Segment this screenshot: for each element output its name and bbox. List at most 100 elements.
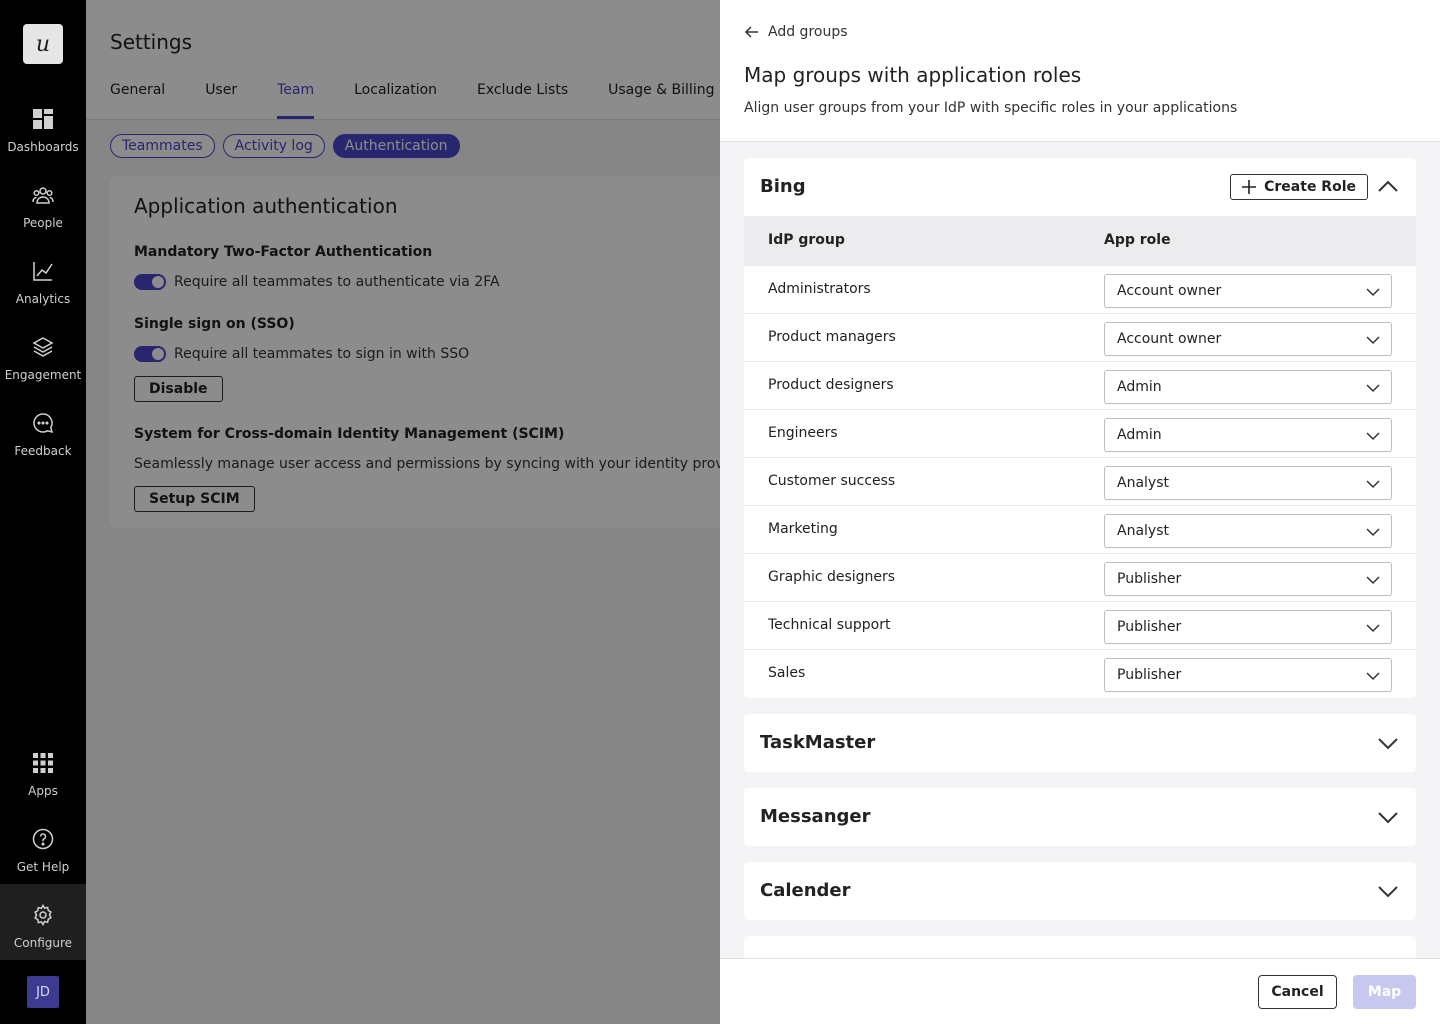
app-panel-messanger[interactable]: Messanger — [744, 788, 1416, 846]
app-role-value: Publisher — [1117, 571, 1182, 587]
sidebar-item-label: Feedback — [14, 444, 72, 458]
app-name: TaskMaster — [760, 732, 876, 753]
app-role-select[interactable]: Account owner — [1104, 274, 1392, 308]
idp-group-name: Product designers — [768, 377, 894, 393]
chevron-down-icon — [1366, 336, 1380, 345]
table-row: Product designers Admin — [744, 362, 1416, 410]
idp-group-name: Sales — [768, 665, 806, 681]
table-row: Administrators Account owner — [744, 266, 1416, 314]
app-logo[interactable]: u — [23, 24, 63, 64]
app-role-select[interactable]: Admin — [1104, 418, 1392, 452]
app-panel-bing: Bing Create Role IdP group App role Admi… — [744, 158, 1416, 698]
idp-group-name: Customer success — [768, 473, 896, 489]
app-role-value: Admin — [1117, 379, 1162, 395]
table-row: Technical support Publisher — [744, 602, 1416, 650]
table-row: Customer success Analyst — [744, 458, 1416, 506]
app-role-select[interactable]: Analyst — [1104, 514, 1392, 548]
app-role-value: Analyst — [1117, 475, 1169, 491]
idp-group-name: Engineers — [768, 425, 838, 441]
back-label: Add groups — [768, 24, 848, 40]
table-row: Marketing Analyst — [744, 506, 1416, 554]
drawer-header: Add groups Map groups with application r… — [720, 0, 1440, 142]
help-circle-icon — [32, 828, 54, 850]
chevron-down-icon — [1366, 624, 1380, 633]
sidebar-item-label: Apps — [28, 784, 58, 798]
chevron-down-icon[interactable] — [1376, 879, 1400, 903]
app-role-select[interactable]: Account owner — [1104, 322, 1392, 356]
chevron-down-icon — [1366, 672, 1380, 681]
sidebar-item-people[interactable]: People — [0, 180, 86, 250]
sidebar-item-dashboards[interactable]: Dashboards — [0, 104, 86, 174]
table-row: Product managers Account owner — [744, 314, 1416, 362]
chart-line-icon — [33, 262, 53, 281]
app-panel-taskmaster[interactable]: TaskMaster — [744, 714, 1416, 772]
chevron-down-icon — [1366, 480, 1380, 489]
idp-group-name: Graphic designers — [768, 569, 896, 585]
table-header: IdP group App role — [744, 216, 1416, 266]
drawer-body: Bing Create Role IdP group App role Admi… — [720, 142, 1440, 958]
create-role-button[interactable]: Create Role — [1230, 174, 1368, 200]
plus-icon — [1242, 180, 1257, 194]
app-name: Messanger — [760, 806, 871, 827]
app-panel-calender[interactable]: Calender — [744, 862, 1416, 920]
column-app-role: App role — [1104, 232, 1171, 248]
app-role-value: Publisher — [1117, 667, 1182, 683]
chevron-down-icon — [1366, 528, 1380, 537]
chat-bubble-icon — [33, 413, 54, 434]
app-role-value: Analyst — [1117, 523, 1169, 539]
idp-group-name: Product managers — [768, 329, 896, 345]
app-name: Calender — [760, 880, 851, 901]
layers-icon — [32, 337, 54, 357]
chevron-down-icon — [1366, 384, 1380, 393]
sidebar-item-label: Analytics — [15, 292, 71, 306]
sidebar-item-label: Configure — [13, 936, 73, 950]
idp-group-name: Technical support — [768, 617, 891, 633]
app-role-select[interactable]: Publisher — [1104, 658, 1392, 692]
sidebar-item-label: Engagement — [4, 368, 82, 382]
map-groups-drawer: Add groups Map groups with application r… — [720, 0, 1440, 1024]
sidebar: u Dashboards People Analytics Engagement… — [0, 0, 86, 1024]
gear-icon — [34, 904, 52, 926]
sidebar-item-analytics[interactable]: Analytics — [0, 256, 86, 326]
table-row: Graphic designers Publisher — [744, 554, 1416, 602]
drawer-footer: Cancel Map — [720, 958, 1440, 1024]
chevron-down-icon — [1366, 288, 1380, 297]
app-role-select[interactable]: Publisher — [1104, 562, 1392, 596]
app-role-value: Account owner — [1117, 331, 1222, 347]
sidebar-item-label: Get Help — [16, 860, 70, 874]
sidebar-item-feedback[interactable]: Feedback — [0, 408, 86, 478]
chevron-down-icon — [1366, 432, 1380, 441]
app-name: Bing — [760, 176, 806, 197]
chevron-down-icon — [1366, 576, 1380, 585]
app-panel-partial[interactable] — [744, 936, 1416, 958]
back-button[interactable]: Add groups — [744, 24, 848, 40]
idp-group-name: Administrators — [768, 281, 871, 297]
dashboard-icon — [33, 109, 53, 129]
chevron-down-icon[interactable] — [1376, 731, 1400, 755]
column-idp-group: IdP group — [768, 232, 845, 248]
avatar[interactable]: JD — [27, 976, 59, 1008]
app-role-select[interactable]: Publisher — [1104, 610, 1392, 644]
app-role-select[interactable]: Analyst — [1104, 466, 1392, 500]
drawer-title: Map groups with application roles — [744, 63, 1082, 87]
app-role-value: Publisher — [1117, 619, 1182, 635]
table-row: Engineers Admin — [744, 410, 1416, 458]
drawer-subtitle: Align user groups from your IdP with spe… — [744, 100, 1238, 116]
table-row: Sales Publisher — [744, 650, 1416, 698]
modal-overlay[interactable] — [86, 0, 720, 1024]
people-icon — [32, 187, 54, 204]
sidebar-item-engagement[interactable]: Engagement — [0, 332, 86, 402]
idp-group-name: Marketing — [768, 521, 838, 537]
arrow-left-icon — [744, 26, 758, 38]
app-role-value: Account owner — [1117, 283, 1222, 299]
app-role-select[interactable]: Admin — [1104, 370, 1392, 404]
map-button[interactable]: Map — [1353, 975, 1416, 1009]
grid-icon — [33, 753, 53, 773]
sidebar-item-label: People — [23, 216, 63, 230]
create-role-label: Create Role — [1264, 179, 1356, 195]
cancel-button[interactable]: Cancel — [1258, 975, 1337, 1009]
sidebar-item-apps[interactable]: Apps — [0, 748, 86, 818]
chevron-up-icon[interactable] — [1376, 175, 1400, 199]
chevron-down-icon[interactable] — [1376, 805, 1400, 829]
sidebar-item-configure[interactable]: Configure — [0, 884, 86, 960]
